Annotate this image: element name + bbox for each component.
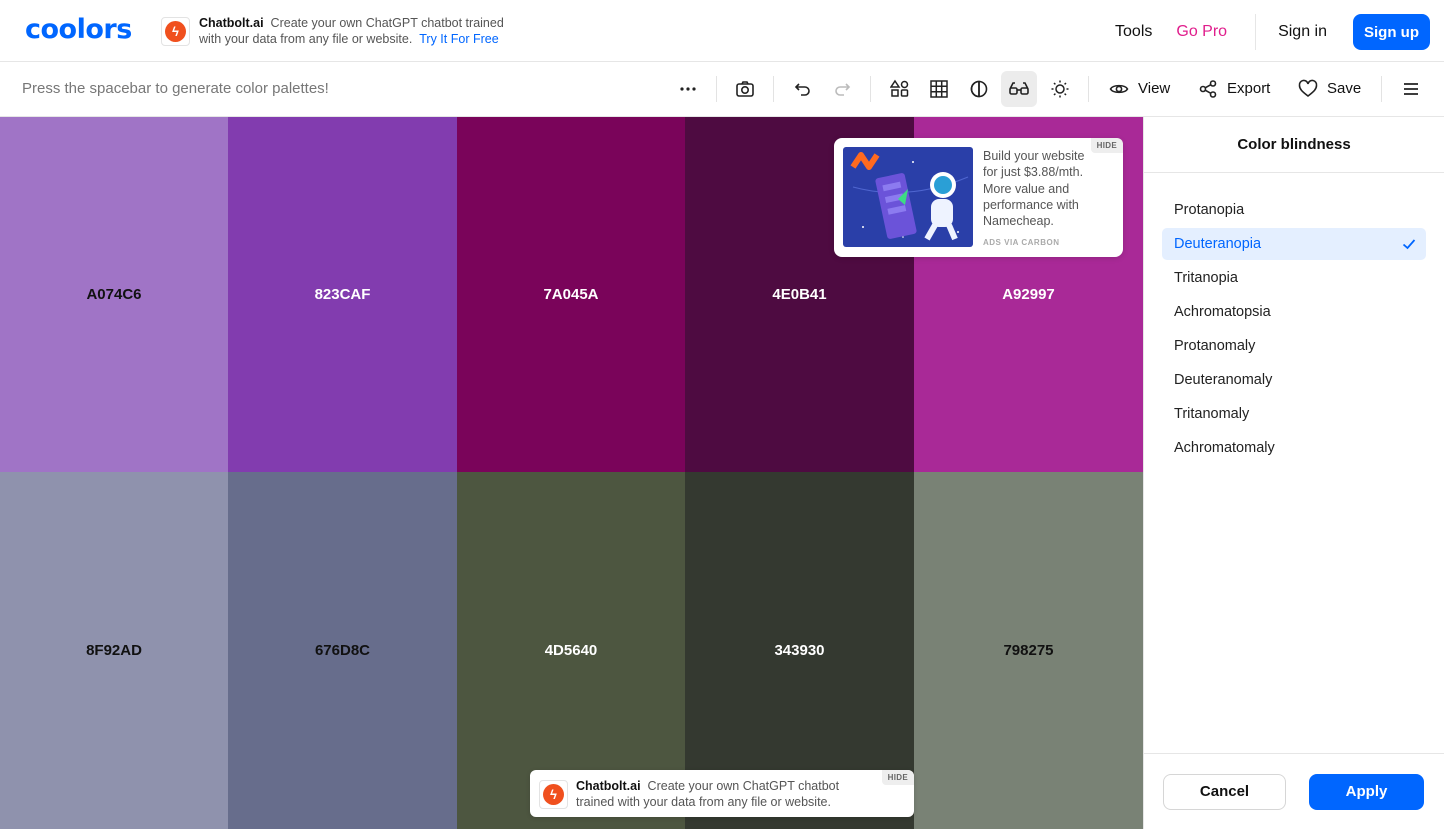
option-label: Achromatopsia [1174, 304, 1271, 320]
hamburger-menu-icon[interactable] [1393, 71, 1429, 107]
panel-footer: Cancel Apply [1144, 753, 1444, 829]
ads-via-carbon[interactable]: ADS VIA CARBON [983, 238, 1059, 247]
swatch-hex[interactable]: 4E0B41 [772, 286, 826, 303]
color-blindness-panel: Color blindness Protanopia Deuteranopia … [1143, 117, 1444, 829]
swatch-bottom-2[interactable]: 676D8C [228, 472, 457, 829]
chatbolt-logo-icon: ϟ [161, 17, 190, 46]
header-ad-text: Chatbolt.ai Create your own ChatGPT chat… [199, 15, 539, 47]
toolbar: Press the spacebar to generate color pal… [0, 62, 1444, 117]
ad-line1: Create your own ChatGPT chatbot trained [270, 16, 504, 30]
sun-icon[interactable] [1042, 71, 1078, 107]
carbon-ad[interactable]: Build your website for just $3.88/mth. M… [834, 138, 1123, 257]
option-label: Achromatomaly [1174, 440, 1275, 456]
option-label: Protanomaly [1174, 338, 1256, 354]
option-protanopia[interactable]: Protanopia [1162, 194, 1426, 226]
ad-line1: Create your own ChatGPT chatbot [647, 779, 840, 793]
export-button[interactable]: Export [1227, 80, 1270, 97]
sign-in-link[interactable]: Sign in [1266, 23, 1339, 41]
ad-brand: Chatbolt.ai [576, 779, 641, 793]
swatch-bottom-1[interactable]: 8F92AD [0, 472, 228, 829]
swatch-top-2[interactable]: 823CAF [228, 117, 457, 472]
redo-icon[interactable] [825, 71, 861, 107]
option-label: Tritanomaly [1174, 406, 1250, 422]
bottom-ad-text[interactable]: Chatbolt.ai Create your own ChatGPT chat… [576, 778, 876, 810]
option-tritanopia[interactable]: Tritanopia [1162, 262, 1426, 294]
swatch-hex[interactable]: 7A045A [543, 286, 598, 303]
grid-icon[interactable] [921, 71, 957, 107]
swatch-hex[interactable]: 823CAF [315, 286, 371, 303]
swatch-hex[interactable]: A92997 [1002, 286, 1055, 303]
more-icon[interactable] [670, 71, 706, 107]
share-icon[interactable] [1190, 71, 1226, 107]
ad-brand: Chatbolt.ai [199, 16, 264, 30]
swatch-hex[interactable]: 4D5640 [545, 642, 598, 659]
camera-icon[interactable] [727, 71, 763, 107]
undo-icon[interactable] [784, 71, 820, 107]
apply-button[interactable]: Apply [1309, 774, 1424, 810]
eye-icon[interactable] [1101, 71, 1137, 107]
hide-ad-button[interactable]: HIDE [1090, 138, 1123, 153]
header-ad[interactable]: ϟ Chatbolt.ai Create your own ChatGPT ch… [161, 14, 541, 50]
tools-link[interactable]: Tools [1103, 23, 1164, 41]
swatch-top-3[interactable]: 7A045A [457, 117, 685, 472]
toolbar-divider [773, 76, 774, 102]
option-label: Deuteranopia [1174, 236, 1262, 252]
option-protanomaly[interactable]: Protanomaly [1162, 330, 1426, 362]
option-tritanomaly[interactable]: Tritanomaly [1162, 398, 1426, 430]
coolors-logo[interactable]: coolors [25, 14, 132, 45]
hide-ad-button[interactable]: HIDE [881, 770, 914, 785]
toolbar-divider [1381, 76, 1382, 102]
check-icon [1402, 228, 1416, 260]
option-achromatopsia[interactable]: Achromatopsia [1162, 296, 1426, 328]
swatch-hex[interactable]: 798275 [1003, 642, 1053, 659]
ad-line2: trained with your data from any file or … [576, 795, 831, 809]
option-achromatomaly[interactable]: Achromatomaly [1162, 432, 1426, 464]
toolbar-divider [716, 76, 717, 102]
sign-up-button[interactable]: Sign up [1353, 14, 1430, 50]
nav-divider [1255, 14, 1257, 50]
ad-line2: with your data from any file or website. [199, 32, 413, 46]
ad-cta-link[interactable]: Try It For Free [419, 32, 498, 46]
cancel-button[interactable]: Cancel [1163, 774, 1286, 810]
swatch-bottom-5[interactable]: 798275 [914, 472, 1143, 829]
spacebar-hint: Press the spacebar to generate color pal… [22, 80, 329, 97]
ad-image[interactable] [843, 147, 973, 247]
go-pro-link[interactable]: Go Pro [1164, 23, 1239, 41]
option-label: Tritanopia [1174, 270, 1238, 286]
nav-right: Tools Go Pro Sign in Sign up [1103, 14, 1430, 50]
ad-copy[interactable]: Build your website for just $3.88/mth. M… [983, 148, 1093, 232]
swatch-hex[interactable]: 343930 [774, 642, 824, 659]
contrast-icon[interactable] [961, 71, 997, 107]
top-nav: coolors ϟ Chatbolt.ai Create your own Ch… [0, 0, 1444, 62]
option-label: Protanopia [1174, 202, 1245, 218]
chatbolt-logo-icon: ϟ [539, 780, 568, 809]
swatch-hex[interactable]: 8F92AD [86, 642, 142, 659]
toolbar-divider [1088, 76, 1089, 102]
swatch-hex[interactable]: A074C6 [86, 286, 141, 303]
bottom-ad[interactable]: ϟ Chatbolt.ai Create your own ChatGPT ch… [530, 770, 914, 817]
view-button[interactable]: View [1138, 80, 1170, 97]
option-label: Deuteranomaly [1174, 372, 1273, 388]
glasses-icon[interactable] [1001, 71, 1037, 107]
save-button[interactable]: Save [1327, 80, 1361, 97]
swatch-hex[interactable]: 676D8C [315, 642, 370, 659]
toolbar-divider [870, 76, 871, 102]
panel-title: Color blindness [1144, 117, 1444, 173]
shapes-icon[interactable] [882, 71, 918, 107]
heart-icon[interactable] [1290, 71, 1326, 107]
option-deuteranopia[interactable]: Deuteranopia [1162, 228, 1426, 260]
swatch-top-1[interactable]: A074C6 [0, 117, 228, 472]
option-deuteranomaly[interactable]: Deuteranomaly [1162, 364, 1426, 396]
